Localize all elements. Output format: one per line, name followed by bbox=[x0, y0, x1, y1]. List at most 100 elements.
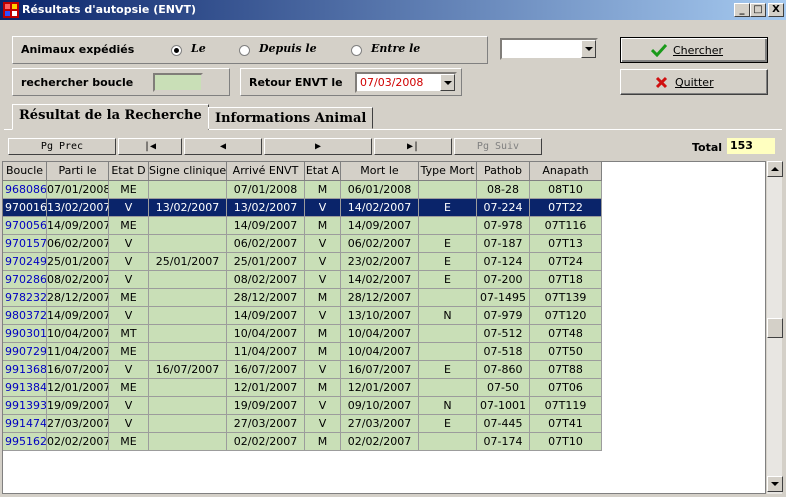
cell-pathob[interactable]: 07-978 bbox=[477, 217, 530, 235]
table-row[interactable]: 991368 16/07/2007 V 16/07/2007 16/07/2007 V 16… bbox=[3, 361, 602, 379]
cell-type-mort[interactable]: E bbox=[419, 235, 477, 253]
cell-signe-clinique[interactable] bbox=[149, 433, 227, 451]
cell-parti-le[interactable]: 14/09/2007 bbox=[47, 217, 109, 235]
cell-arrive-envt[interactable]: 27/03/2007 bbox=[227, 415, 305, 433]
cell-type-mort[interactable]: N bbox=[419, 307, 477, 325]
scroll-up-button[interactable] bbox=[767, 161, 783, 177]
cell-arrive-envt[interactable]: 25/01/2007 bbox=[227, 253, 305, 271]
cell-mort-le[interactable]: 06/02/2007 bbox=[341, 235, 419, 253]
cell-boucle[interactable]: 970249 bbox=[3, 253, 47, 271]
radio-entre-le[interactable] bbox=[351, 45, 362, 56]
column-header-boucle[interactable]: Boucle bbox=[3, 162, 47, 181]
radio-depuis-le[interactable] bbox=[239, 45, 250, 56]
table-row[interactable]: 995162 02/02/2007 ME 02/02/2007 M 02/02/2007 0… bbox=[3, 433, 602, 451]
table-row[interactable]: 990729 11/04/2007 ME 11/04/2007 M 10/04/2007 0… bbox=[3, 343, 602, 361]
cell-type-mort[interactable]: E bbox=[419, 199, 477, 217]
table-row[interactable]: 970157 06/02/2007 V 06/02/2007 V 06/02/2007 E 0… bbox=[3, 235, 602, 253]
cell-etat-d[interactable]: ME bbox=[109, 343, 149, 361]
chevron-down-icon[interactable] bbox=[581, 40, 596, 58]
cell-pathob[interactable]: 07-124 bbox=[477, 253, 530, 271]
prev-record-button[interactable]: ◀ bbox=[184, 138, 262, 155]
close-button[interactable]: X bbox=[768, 3, 784, 17]
cell-parti-le[interactable]: 07/01/2008 bbox=[47, 181, 109, 199]
cell-pathob[interactable]: 07-1495 bbox=[477, 289, 530, 307]
cell-mort-le[interactable]: 14/09/2007 bbox=[341, 217, 419, 235]
cell-pathob[interactable]: 07-187 bbox=[477, 235, 530, 253]
cell-pathob[interactable]: 07-445 bbox=[477, 415, 530, 433]
table-row[interactable]: 991474 27/03/2007 V 27/03/2007 V 27/03/2007 E 0… bbox=[3, 415, 602, 433]
next-record-button[interactable]: ▶ bbox=[264, 138, 372, 155]
cell-anapath[interactable]: 07T41 bbox=[530, 415, 602, 433]
cell-etat-a[interactable]: V bbox=[305, 361, 341, 379]
cell-arrive-envt[interactable]: 14/09/2007 bbox=[227, 217, 305, 235]
cell-signe-clinique[interactable] bbox=[149, 379, 227, 397]
table-row[interactable]: 991384 12/01/2007 ME 12/01/2007 M 12/01/2007 0… bbox=[3, 379, 602, 397]
cell-mort-le[interactable]: 27/03/2007 bbox=[341, 415, 419, 433]
cell-anapath[interactable]: 07T120 bbox=[530, 307, 602, 325]
cell-etat-a[interactable]: V bbox=[305, 253, 341, 271]
table-row[interactable]: 980372 14/09/2007 V 14/09/2007 V 13/10/2007 N 0… bbox=[3, 307, 602, 325]
cell-anapath[interactable]: 07T06 bbox=[530, 379, 602, 397]
column-header-parti-le[interactable]: Parti le bbox=[47, 162, 109, 181]
cell-pathob[interactable]: 07-174 bbox=[477, 433, 530, 451]
table-row[interactable]: 970249 25/01/2007 V 25/01/2007 25/01/2007 V 23… bbox=[3, 253, 602, 271]
maximize-button[interactable]: □ bbox=[750, 3, 766, 17]
cell-mort-le[interactable]: 12/01/2007 bbox=[341, 379, 419, 397]
results-grid[interactable]: Boucle Parti le Etat D Signe clinique Arrivé… bbox=[2, 161, 766, 494]
radio-le-label[interactable]: Le bbox=[191, 42, 206, 55]
cell-signe-clinique[interactable] bbox=[149, 415, 227, 433]
cell-pathob[interactable]: 07-979 bbox=[477, 307, 530, 325]
minimize-button[interactable]: _ bbox=[734, 3, 750, 17]
column-header-mort-le[interactable]: Mort le bbox=[341, 162, 419, 181]
cell-etat-a[interactable]: M bbox=[305, 217, 341, 235]
cell-etat-a[interactable]: M bbox=[305, 433, 341, 451]
tab-resultat[interactable]: Résultat de la Recherche bbox=[12, 104, 209, 130]
cell-boucle[interactable]: 970056 bbox=[3, 217, 47, 235]
cell-signe-clinique[interactable] bbox=[149, 271, 227, 289]
cell-boucle[interactable]: 990729 bbox=[3, 343, 47, 361]
first-record-button[interactable]: |◀ bbox=[118, 138, 182, 155]
retour-date-combo[interactable]: 07/03/2008 bbox=[355, 72, 457, 93]
cell-arrive-envt[interactable]: 19/09/2007 bbox=[227, 397, 305, 415]
cell-mort-le[interactable]: 02/02/2007 bbox=[341, 433, 419, 451]
cell-parti-le[interactable]: 16/07/2007 bbox=[47, 361, 109, 379]
cell-pathob[interactable]: 07-860 bbox=[477, 361, 530, 379]
cell-etat-d[interactable]: V bbox=[109, 271, 149, 289]
cell-signe-clinique[interactable] bbox=[149, 343, 227, 361]
cell-arrive-envt[interactable]: 02/02/2007 bbox=[227, 433, 305, 451]
cell-boucle[interactable]: 970157 bbox=[3, 235, 47, 253]
cell-type-mort[interactable]: E bbox=[419, 415, 477, 433]
cell-pathob[interactable]: 07-50 bbox=[477, 379, 530, 397]
cell-anapath[interactable]: 07T22 bbox=[530, 199, 602, 217]
cell-arrive-envt[interactable]: 08/02/2007 bbox=[227, 271, 305, 289]
radio-depuis-le-label[interactable]: Depuis le bbox=[259, 42, 317, 55]
cell-type-mort[interactable] bbox=[419, 181, 477, 199]
cell-mort-le[interactable]: 28/12/2007 bbox=[341, 289, 419, 307]
cell-etat-a[interactable]: M bbox=[305, 343, 341, 361]
cell-type-mort[interactable] bbox=[419, 433, 477, 451]
cell-signe-clinique[interactable] bbox=[149, 217, 227, 235]
cell-boucle[interactable]: 990301 bbox=[3, 325, 47, 343]
cell-etat-a[interactable]: V bbox=[305, 307, 341, 325]
cell-etat-d[interactable]: V bbox=[109, 307, 149, 325]
column-header-pathob[interactable]: Pathob bbox=[477, 162, 530, 181]
cell-boucle[interactable]: 970016 bbox=[3, 199, 47, 217]
cell-arrive-envt[interactable]: 12/01/2007 bbox=[227, 379, 305, 397]
scroll-down-button[interactable] bbox=[767, 476, 783, 492]
cell-mort-le[interactable]: 13/10/2007 bbox=[341, 307, 419, 325]
cell-arrive-envt[interactable]: 06/02/2007 bbox=[227, 235, 305, 253]
cell-boucle[interactable]: 991384 bbox=[3, 379, 47, 397]
column-header-signe-clinique[interactable]: Signe clinique bbox=[149, 162, 227, 181]
column-header-anapath[interactable]: Anapath bbox=[530, 162, 602, 181]
cell-parti-le[interactable]: 14/09/2007 bbox=[47, 307, 109, 325]
last-record-button[interactable]: ▶| bbox=[374, 138, 452, 155]
cell-arrive-envt[interactable]: 16/07/2007 bbox=[227, 361, 305, 379]
cell-etat-a[interactable]: M bbox=[305, 181, 341, 199]
cell-anapath[interactable]: 07T116 bbox=[530, 217, 602, 235]
cell-parti-le[interactable]: 25/01/2007 bbox=[47, 253, 109, 271]
cell-etat-d[interactable]: ME bbox=[109, 181, 149, 199]
cell-type-mort[interactable] bbox=[419, 217, 477, 235]
page-next-button[interactable]: Pg Suiv bbox=[454, 138, 542, 155]
cell-arrive-envt[interactable]: 13/02/2007 bbox=[227, 199, 305, 217]
cell-signe-clinique[interactable] bbox=[149, 325, 227, 343]
